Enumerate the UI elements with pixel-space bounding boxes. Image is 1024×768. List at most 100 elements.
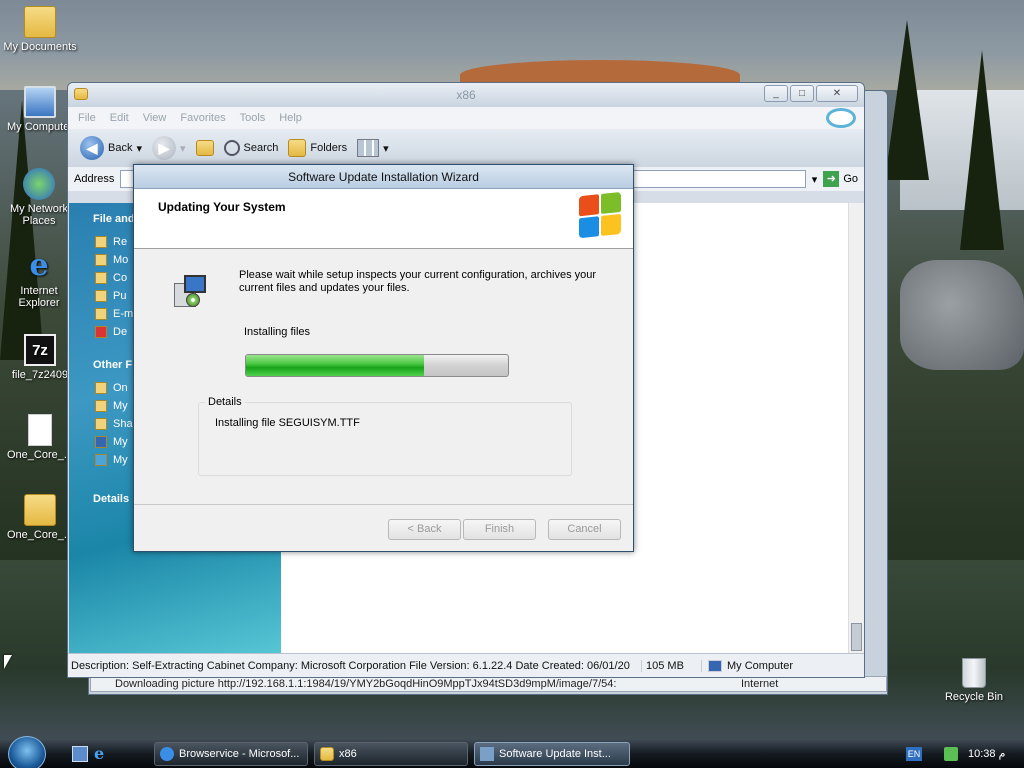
- folder-icon: [74, 88, 88, 100]
- setup-computer-icon: [174, 275, 208, 309]
- address-label: Address: [74, 173, 115, 185]
- wizard-header: Updating Your System: [134, 189, 633, 249]
- browser-icon: [160, 747, 174, 761]
- explorer-toolbar: ◀ Back ▾ ▶ ▾ Search Folders ▾: [68, 129, 864, 167]
- maximize-button[interactable]: □: [790, 85, 814, 102]
- chevron-down-icon[interactable]: ▾: [136, 142, 142, 155]
- windows-throbber-icon: [826, 108, 856, 128]
- folders-button[interactable]: Folders: [288, 139, 347, 157]
- folder-icon: [320, 747, 334, 761]
- install-progress-bar: [245, 354, 509, 377]
- details-legend: Details: [205, 396, 245, 408]
- minimize-button[interactable]: _: [764, 85, 788, 102]
- wizard-footer: < Back Finish Cancel: [134, 504, 633, 551]
- folder-icon: [95, 418, 107, 430]
- menu-edit[interactable]: Edit: [110, 112, 129, 124]
- wizard-description: Please wait while setup inspects your cu…: [239, 269, 597, 294]
- network-tray-icon[interactable]: [944, 747, 958, 761]
- details-groupbox: Details Installing file SEGUISYM.TTF: [198, 396, 572, 476]
- task-icon: [95, 290, 107, 302]
- chevron-down-icon[interactable]: ▾: [812, 173, 818, 186]
- task-icon: [95, 272, 107, 284]
- back-button[interactable]: < Back: [388, 519, 461, 540]
- security-zone-label: Internet: [741, 678, 779, 690]
- wizard-body: Please wait while setup inspects your cu…: [134, 249, 633, 504]
- desktop-icon-recycle-bin[interactable]: Recycle Bin: [934, 658, 1014, 703]
- back-arrow-icon: ◀: [80, 136, 104, 160]
- window-title: x86: [456, 88, 476, 102]
- explorer-titlebar[interactable]: x86 _ □ ✕: [68, 83, 864, 107]
- taskbar-item-software-update[interactable]: Software Update Inst...: [474, 742, 630, 766]
- go-arrow-icon: ➜: [823, 171, 840, 187]
- wizard-titlebar[interactable]: Software Update Installation Wizard: [134, 165, 633, 189]
- taskbar: e Browservice - Microsof... x86 Software…: [0, 736, 1024, 768]
- details-text: Installing file SEGUISYM.TTF: [215, 417, 360, 429]
- update-wizard-dialog[interactable]: Software Update Installation Wizard Upda…: [133, 164, 634, 552]
- chevron-down-icon: ▾: [180, 142, 186, 155]
- forward-button[interactable]: ▶ ▾: [152, 136, 186, 160]
- mouse-cursor-icon: [4, 655, 12, 669]
- menu-view[interactable]: View: [143, 112, 167, 124]
- wizard-heading: Updating Your System: [158, 200, 286, 214]
- go-button[interactable]: ➜ Go: [823, 171, 858, 187]
- recycle-bin-icon: [962, 658, 986, 688]
- installing-status-label: Installing files: [244, 326, 311, 338]
- desktop-icon-my-documents[interactable]: My Documents: [0, 6, 80, 53]
- computer-icon: [95, 436, 107, 448]
- menu-file[interactable]: File: [78, 112, 96, 124]
- up-folder-button[interactable]: [195, 140, 214, 156]
- computer-icon: [708, 659, 722, 672]
- folders-icon: [288, 139, 307, 157]
- show-desktop-icon[interactable]: [72, 746, 88, 762]
- folder-icon: [24, 494, 56, 526]
- taskbar-item-browservice[interactable]: Browservice - Microsof...: [154, 742, 308, 766]
- back-button[interactable]: ◀ Back ▾: [80, 136, 142, 160]
- clock[interactable]: 10:38 م: [968, 740, 1005, 768]
- start-button[interactable]: [8, 736, 46, 768]
- internet-explorer-icon: e: [29, 248, 49, 283]
- wallpaper-rocks: [900, 260, 1024, 370]
- search-button[interactable]: Search: [223, 140, 278, 156]
- menu-tools[interactable]: Tools: [240, 112, 266, 124]
- explorer-status-bar: Description: Self-Extracting Cabinet Com…: [68, 653, 864, 677]
- language-indicator[interactable]: EN: [906, 747, 922, 761]
- setup-icon: [480, 747, 494, 761]
- wallpaper-tree: [0, 100, 44, 360]
- delete-icon: [95, 326, 107, 338]
- folder-icon: [24, 6, 56, 38]
- task-icon: [95, 236, 107, 248]
- menu-help[interactable]: Help: [279, 112, 302, 124]
- taskbar-item-x86[interactable]: x86: [314, 742, 468, 766]
- forward-arrow-icon: ▶: [152, 136, 176, 160]
- 7zip-icon: 7z: [24, 334, 56, 366]
- document-icon: [28, 414, 52, 446]
- close-button[interactable]: ✕: [816, 85, 858, 102]
- internet-explorer-icon[interactable]: e: [94, 746, 110, 762]
- menu-bar: File Edit View Favorites Tools Help: [68, 107, 864, 129]
- windows-logo-icon: [579, 191, 623, 241]
- network-icon: [95, 454, 107, 466]
- cancel-button[interactable]: Cancel: [548, 519, 621, 540]
- status-location: My Computer: [701, 659, 864, 672]
- up-folder-icon: [195, 140, 214, 156]
- computer-icon: [24, 86, 56, 118]
- scrollbar-thumb[interactable]: [851, 623, 862, 651]
- browser-status-bar: Downloading picture http://192.168.1.1:1…: [90, 676, 887, 692]
- task-icon: [95, 254, 107, 266]
- finish-button[interactable]: Finish: [463, 519, 536, 540]
- folder-icon: [95, 400, 107, 412]
- views-icon: [357, 139, 380, 157]
- search-icon: [223, 140, 240, 156]
- status-size: 105 MB: [641, 659, 701, 672]
- views-button[interactable]: ▾: [357, 139, 389, 157]
- chevron-down-icon: ▾: [383, 142, 389, 155]
- status-description: Description: Self-Extracting Cabinet Com…: [71, 659, 630, 672]
- wallpaper-tree: [960, 50, 1004, 250]
- menu-favorites[interactable]: Favorites: [180, 112, 225, 124]
- network-icon: [23, 168, 55, 200]
- vertical-scrollbar[interactable]: [848, 203, 864, 653]
- folder-icon: [95, 382, 107, 394]
- email-icon: [95, 308, 107, 320]
- progress-fill: [246, 355, 425, 376]
- wallpaper-tree: [885, 20, 929, 180]
